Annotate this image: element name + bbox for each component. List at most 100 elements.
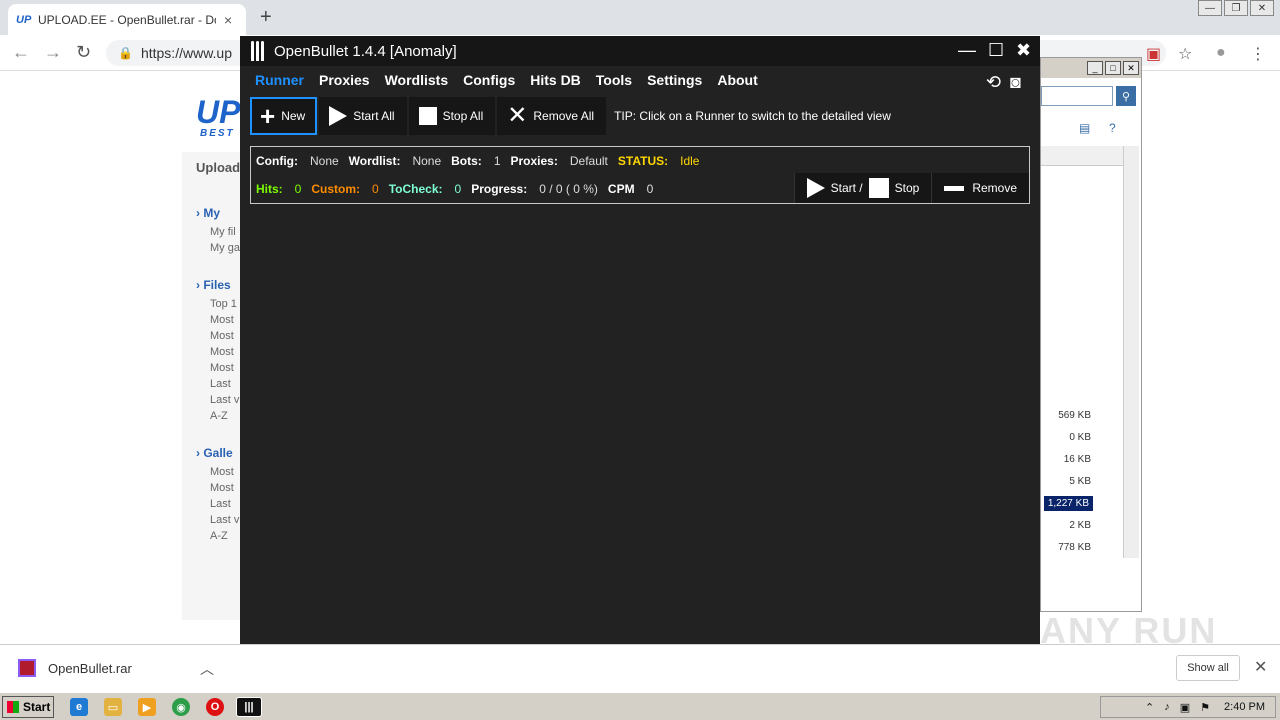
browser-tabbar: UP UPLOAD.EE - OpenBullet.rar - Download…: [0, 0, 1280, 35]
sidebar-item[interactable]: Last: [210, 498, 231, 510]
runner-item[interactable]: Config: None Wordlist: None Bots: 1 Prox…: [250, 146, 1030, 204]
file-size: 0 KB: [1069, 432, 1091, 443]
sidebar-item[interactable]: Most: [210, 362, 234, 374]
clock[interactable]: 2:40 PM: [1224, 701, 1265, 713]
plus-icon: +: [260, 101, 276, 131]
blocked-popup-icon[interactable]: ▣: [1146, 44, 1161, 64]
menu-dots-icon[interactable]: ⋮: [1250, 44, 1266, 64]
tab-runner[interactable]: Runner: [255, 72, 304, 88]
chevron-up-icon[interactable]: ︿: [200, 659, 214, 679]
chrome-icon[interactable]: ◉: [172, 698, 190, 716]
tab-about[interactable]: About: [717, 72, 757, 88]
explorer-minimize-icon[interactable]: _: [1087, 61, 1103, 75]
back-arrow-icon[interactable]: ←: [12, 42, 30, 63]
remove-all-button[interactable]: ✕ Remove All: [497, 97, 607, 135]
camera-icon[interactable]: ◙: [1010, 72, 1021, 93]
section-my[interactable]: › My: [196, 206, 220, 220]
show-all-button[interactable]: Show all: [1176, 655, 1240, 681]
close-button[interactable]: ✕: [1250, 0, 1274, 16]
cpm-label: CPM: [607, 182, 635, 196]
bookmark-star-icon[interactable]: ☆: [1178, 44, 1192, 64]
runner-remove-button[interactable]: Remove: [931, 173, 1029, 203]
new-tab-button[interactable]: +: [260, 6, 272, 29]
help-icon[interactable]: ?: [1109, 121, 1116, 135]
tab-proxies[interactable]: Proxies: [319, 72, 370, 88]
stop-all-button[interactable]: Stop All: [408, 97, 496, 135]
explorer-icon[interactable]: ▭: [104, 698, 122, 716]
cpm-value: 0: [646, 182, 654, 196]
tocheck-value: 0: [454, 182, 462, 196]
tab-close-icon[interactable]: ×: [224, 12, 232, 28]
profile-avatar-icon[interactable]: ●: [1216, 44, 1226, 62]
network-icon[interactable]: ▣: [1180, 701, 1190, 714]
tray-arrow-icon[interactable]: ⌃: [1145, 701, 1154, 714]
runner-toolbar: + New Start All Stop All ✕ Remove All TI…: [250, 96, 891, 136]
progress-label: Progress:: [471, 182, 528, 196]
explorer-maximize-icon[interactable]: □: [1105, 61, 1121, 75]
section-files[interactable]: › Files: [196, 278, 231, 292]
site-logo[interactable]: UP: [196, 94, 240, 131]
explorer-scrollbar[interactable]: [1123, 146, 1139, 558]
minimize-button[interactable]: —: [1198, 0, 1222, 16]
sidebar-item[interactable]: Last v: [210, 394, 239, 406]
sidebar-item[interactable]: Top 1: [210, 298, 237, 310]
window-close-icon[interactable]: ✖: [1016, 40, 1031, 61]
hits-value: 0: [294, 182, 302, 196]
explorer-search-input[interactable]: [1041, 86, 1113, 106]
column-header[interactable]: [1041, 146, 1123, 166]
new-runner-button[interactable]: + New: [250, 97, 318, 135]
start-all-label: Start All: [353, 109, 395, 123]
sidebar-item[interactable]: Last: [210, 378, 231, 390]
media-player-icon[interactable]: ▶: [138, 698, 156, 716]
file-size: 778 KB: [1058, 542, 1091, 553]
sidebar-item[interactable]: Last v: [210, 514, 239, 526]
openbullet-taskbar-icon[interactable]: |||: [236, 697, 262, 717]
upload-link[interactable]: Upload: [196, 160, 240, 175]
sidebar-item[interactable]: A-Z: [210, 530, 228, 542]
openbullet-titlebar[interactable]: OpenBullet 1.4.4 [Anomaly] — ☐ ✖: [240, 36, 1040, 66]
tab-hits-db[interactable]: Hits DB: [530, 72, 581, 88]
close-downloads-icon[interactable]: ✕: [1254, 657, 1267, 677]
sidebar-item[interactable]: A-Z: [210, 410, 228, 422]
sidebar-item[interactable]: My fil: [210, 226, 236, 238]
action-center-flag-icon[interactable]: ⚑: [1200, 701, 1210, 714]
reload-icon[interactable]: ↻: [76, 42, 91, 63]
restore-button[interactable]: ❐: [1224, 0, 1248, 16]
view-pane-icon[interactable]: ▤: [1079, 121, 1090, 135]
tab-tools[interactable]: Tools: [596, 72, 632, 88]
opera-icon[interactable]: O: [206, 698, 224, 716]
minus-icon: [944, 185, 965, 191]
x-icon: ✕: [507, 102, 528, 129]
sidebar-item[interactable]: Most: [210, 346, 234, 358]
start-label: Start: [23, 700, 51, 714]
sidebar-item[interactable]: Most: [210, 314, 234, 326]
file-size-selected[interactable]: 1,227 KB: [1043, 496, 1093, 511]
tab-wordlists[interactable]: Wordlists: [385, 72, 449, 88]
runner-start-stop-button[interactable]: Start / Stop: [793, 173, 932, 203]
tab-settings[interactable]: Settings: [647, 72, 702, 88]
tocheck-label: ToCheck:: [388, 182, 443, 196]
config-label: Config:: [256, 154, 298, 168]
sidebar-item[interactable]: Most: [210, 330, 234, 342]
tab-configs[interactable]: Configs: [463, 72, 515, 88]
sidebar-item[interactable]: Most: [210, 466, 234, 478]
history-icon[interactable]: ⟲: [986, 72, 1001, 93]
custom-value: 0: [372, 182, 379, 196]
browser-tab[interactable]: UP UPLOAD.EE - OpenBullet.rar - Download…: [8, 4, 246, 35]
window-minimize-icon[interactable]: —: [958, 40, 976, 61]
volume-icon[interactable]: ♪: [1164, 701, 1170, 713]
window-maximize-icon[interactable]: ☐: [988, 40, 1004, 61]
proxies-label: Proxies:: [510, 154, 558, 168]
explorer-close-icon[interactable]: ✕: [1123, 61, 1139, 75]
search-icon[interactable]: ⚲: [1116, 86, 1136, 106]
file-size: 16 KB: [1063, 454, 1091, 465]
section-gallery[interactable]: › Galle: [196, 446, 233, 460]
start-button[interactable]: Start: [2, 696, 54, 718]
stop-all-label: Stop All: [442, 109, 484, 123]
sidebar-item[interactable]: My ga: [210, 242, 240, 254]
start-all-button[interactable]: Start All: [319, 97, 407, 135]
sidebar-item[interactable]: Most: [210, 482, 234, 494]
download-item[interactable]: OpenBullet.rar: [18, 659, 132, 677]
ie-icon[interactable]: e: [70, 698, 88, 716]
forward-arrow-icon[interactable]: →: [44, 42, 62, 63]
